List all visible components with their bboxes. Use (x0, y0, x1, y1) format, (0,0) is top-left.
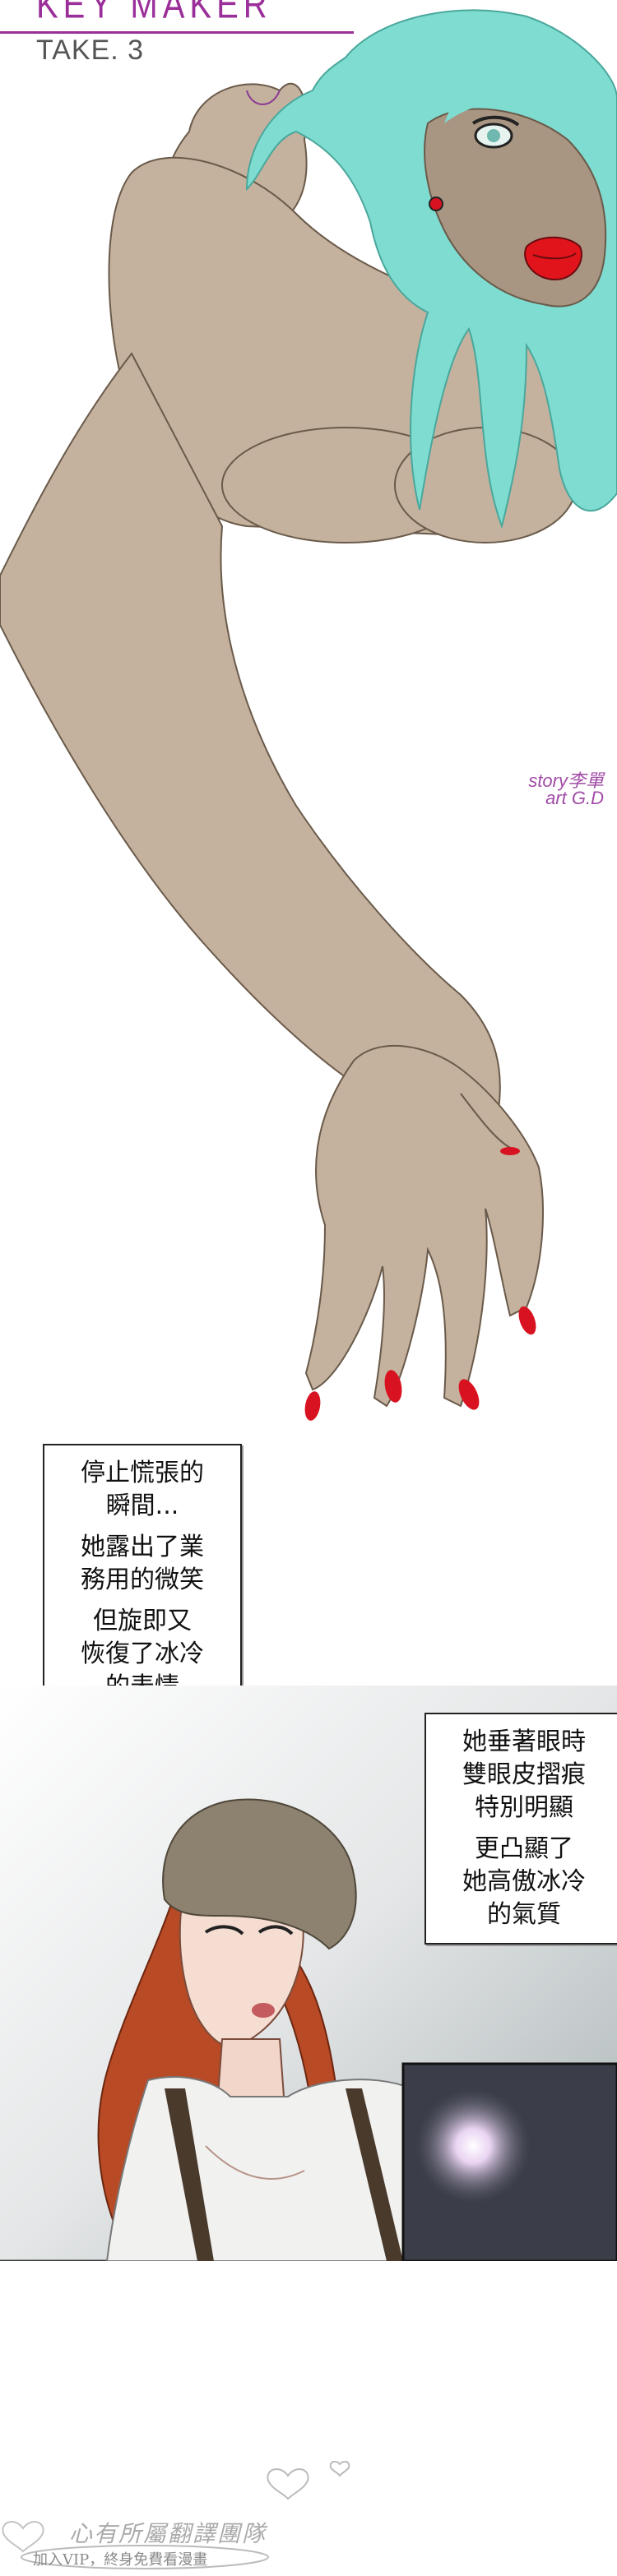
narration-box-1: 停止慌張的 瞬間... 她露出了業 務用的微笑 但旋即又 恢復了冰冷 的表情 (43, 1444, 242, 1717)
nail-1 (304, 1391, 321, 1421)
group-name: 心有所屬翻譯團隊 (69, 2520, 267, 2547)
narration-2-line-2: 更凸顯了 她高傲冰冷 的氣質 (462, 1834, 586, 1929)
hand-shape (304, 1044, 544, 1408)
panel-reaching-woman (0, 9, 617, 1421)
title-underline (0, 31, 354, 34)
woman-neck (216, 2038, 285, 2097)
art-credit: art G.D (545, 788, 604, 808)
heart-left-icon (2, 2521, 44, 2553)
nail-5 (500, 1147, 520, 1155)
monitor-glow (415, 2088, 531, 2204)
series-title: KEY MAKER (36, 0, 272, 27)
narration-1-line-2: 她露出了業 務用的微笑 (81, 1533, 204, 1594)
narration-2-line-1: 她垂著眼時 雙眼皮摺痕 特別明顯 (462, 1727, 586, 1822)
woman-mouth (252, 2003, 275, 2018)
heart-small-icon (329, 2461, 350, 2477)
vip-slogan: 加入VIP，終身免費看漫畫 (33, 2551, 208, 2569)
episode-label: TAKE. 3 (36, 35, 145, 66)
earring (429, 197, 443, 211)
narration-1-line-1: 停止慌張的 瞬間... (81, 1459, 204, 1520)
heart-icon (267, 2468, 309, 2500)
narration-box-2: 她垂著眼時 雙眼皮摺痕 特別明顯 更凸顯了 她高傲冰冷 的氣質 (424, 1713, 617, 1945)
